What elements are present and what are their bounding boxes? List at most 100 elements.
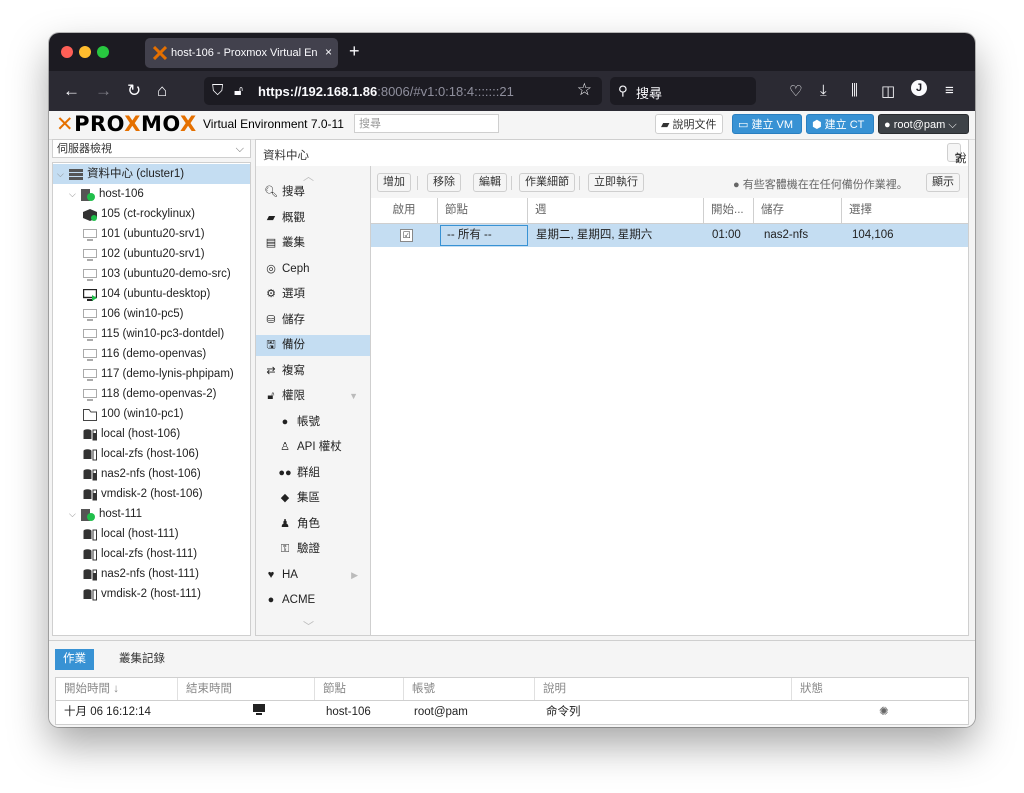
menu-item[interactable]: 🖫 備份 — [256, 335, 370, 356]
menu-item[interactable]: ⇄ 複寫 — [256, 361, 370, 382]
tree-item[interactable]: 106 (win10-pc5) — [53, 304, 250, 324]
home-icon[interactable]: ⌂ — [157, 81, 167, 101]
table-row[interactable]: 十月 06 16:12:14 host-106 root@pam 命令列 ✺ — [55, 701, 969, 725]
bookmark-star-icon[interactable]: ☆ — [577, 80, 592, 100]
column-header-enabled[interactable]: 啟用 — [371, 198, 438, 223]
tree-item[interactable]: vmdisk-2 (host-111) — [53, 584, 250, 604]
menu-item[interactable]: ⛁ 儲存 — [256, 310, 370, 331]
expand-toggle-icon[interactable]: ⌵ — [69, 504, 79, 524]
sidebar-icon[interactable]: ◫ — [881, 82, 895, 100]
column-header-description[interactable]: 說明 — [535, 678, 792, 700]
column-header-node[interactable]: 節點 — [315, 678, 404, 700]
tree-item[interactable]: 100 (win10-pc1) — [53, 404, 250, 424]
tree-item[interactable]: nas2-nfs (host-111) — [53, 564, 250, 584]
library-icon[interactable]: ⫼ — [851, 82, 858, 99]
reload-icon[interactable]: ↻ — [127, 81, 141, 101]
forward-icon[interactable]: → — [95, 81, 112, 101]
tree-item[interactable]: 116 (demo-openvas) — [53, 344, 250, 364]
tree-item[interactable]: vmdisk-2 (host-106) — [53, 484, 250, 504]
tree-item[interactable]: local (host-106) — [53, 424, 250, 444]
tree-item[interactable]: local (host-111) — [53, 524, 250, 544]
column-header-end-time[interactable]: 結束時間 — [178, 678, 315, 700]
menu-item[interactable]: ♙ API 權杖 — [256, 437, 370, 458]
tree-item[interactable]: ⌵ 資料中心 (cluster1) — [53, 164, 250, 184]
column-header-storage[interactable]: 儲存 — [754, 198, 842, 223]
create-vm-button[interactable]: ▭ 建立 VM — [732, 114, 802, 134]
pocket-icon[interactable]: ♡ — [789, 82, 802, 100]
ceph-icon: ◎ — [266, 262, 276, 275]
backup-table-header: 啟用 節點 週 開始... 儲存 選擇 — [371, 198, 968, 224]
node-cell[interactable]: -- 所有 -- — [440, 225, 528, 246]
tree-item[interactable]: 118 (demo-openvas-2) — [53, 384, 250, 404]
menu-item[interactable]: ● ACME — [256, 590, 370, 611]
edit-button[interactable]: 編輯 — [473, 173, 507, 192]
menu-icon[interactable]: ≡ — [945, 82, 954, 99]
tree-item[interactable]: 117 (demo-lynis-phpipam) — [53, 364, 250, 384]
menu-item[interactable]: ▰ 概觀 — [256, 208, 370, 229]
tree-item[interactable]: ⌵ host-111 — [53, 504, 250, 524]
column-header-days[interactable]: 週 — [528, 198, 704, 223]
column-header-start-time[interactable]: 開始時間 ↓ — [56, 678, 178, 700]
menu-item[interactable]: ⚙ 選項 — [256, 284, 370, 305]
download-icon[interactable]: ⤓ — [820, 82, 827, 99]
menu-item[interactable]: ♟ 角色 — [256, 514, 370, 535]
tree-item[interactable]: local-zfs (host-111) — [53, 544, 250, 564]
help-button[interactable]: ❓︎ 說明 — [947, 143, 967, 182]
column-header-node[interactable]: 節點 — [438, 198, 528, 223]
browser-tab-active[interactable]: host-106 - Proxmox Virtual Envi × — [145, 38, 338, 68]
tab-tasks[interactable]: 作業 — [55, 649, 94, 670]
menu-item[interactable]: 🔍︎ 搜尋 — [256, 182, 370, 203]
caret-icon[interactable]: ▼ — [349, 386, 358, 407]
table-row[interactable]: ☑ -- 所有 -- 星期二, 星期四, 星期六 01:00 nas2-nfs … — [371, 224, 968, 247]
minimize-window-button[interactable] — [79, 46, 91, 58]
back-icon[interactable]: ← — [63, 81, 80, 101]
address-bar[interactable]: ⛉ 🔓︎ https://192.168.1.86:8006/#v1:0:18:… — [204, 77, 602, 105]
create-ct-button[interactable]: ⬢ 建立 CT — [806, 114, 874, 134]
column-header-user[interactable]: 帳號 — [404, 678, 535, 700]
tree-item[interactable]: ⌵ host-106 — [53, 184, 250, 204]
column-header-start[interactable]: 開始... — [704, 198, 754, 223]
menu-item[interactable]: ●● 群組 — [256, 463, 370, 484]
caret-icon[interactable]: ▶ — [351, 565, 358, 586]
shield-icon[interactable]: ⛉ — [212, 82, 223, 99]
job-detail-button[interactable]: 作業細節 — [519, 173, 575, 192]
menu-item[interactable]: ◆ 集區 — [256, 488, 370, 509]
lock-icon[interactable]: 🔓︎ — [234, 82, 243, 99]
add-button[interactable]: 增加 — [377, 173, 411, 192]
tree-item[interactable]: 103 (ubuntu20-demo-src) — [53, 264, 250, 284]
tree-item[interactable]: 101 (ubuntu20-srv1) — [53, 224, 250, 244]
user-menu-button[interactable]: ● root@pam ⌵ — [878, 114, 969, 134]
account-icon[interactable]: J — [911, 80, 927, 96]
menu-item[interactable]: ♥ HA ▶ — [256, 565, 370, 586]
tree-item[interactable]: 102 (ubuntu20-srv1) — [53, 244, 250, 264]
enabled-checkbox[interactable]: ☑ — [400, 229, 413, 242]
expand-toggle-icon[interactable]: ⌵ — [69, 184, 79, 204]
url-text[interactable]: https://192.168.1.86:8006/#v1:0:18:4::::… — [258, 84, 514, 99]
menu-item[interactable]: ◎ Ceph — [256, 259, 370, 280]
tree-item[interactable]: 104 (ubuntu-desktop) — [53, 284, 250, 304]
tab-cluster-log[interactable]: 叢集記錄 — [111, 649, 173, 670]
new-tab-button[interactable]: + — [349, 41, 360, 62]
close-window-button[interactable] — [61, 46, 73, 58]
view-selector[interactable]: 伺服器檢視 ⌵ — [52, 139, 251, 158]
expand-toggle-icon[interactable]: ⌵ — [57, 164, 67, 184]
menu-item[interactable]: 🔓︎ 權限 ▼ — [256, 386, 370, 407]
menu-item[interactable]: ⚿ 驗證 — [256, 539, 370, 560]
column-header-selection[interactable]: 選擇 — [842, 198, 968, 223]
run-now-button[interactable]: 立即執行 — [588, 173, 644, 192]
browser-search-box[interactable]: ⚲ 搜尋 — [610, 77, 756, 105]
documentation-button[interactable]: ▰ 說明文件 — [655, 114, 723, 134]
remove-button[interactable]: 移除 — [427, 173, 461, 192]
scroll-down-icon[interactable]: ﹀ — [303, 618, 314, 634]
global-search-input[interactable]: 搜尋 — [354, 114, 499, 133]
show-button[interactable]: 顯示 — [926, 173, 960, 192]
menu-item[interactable]: ● 帳號 — [256, 412, 370, 433]
tree-item[interactable]: local-zfs (host-106) — [53, 444, 250, 464]
menu-item[interactable]: ▤ 叢集 — [256, 233, 370, 254]
zoom-window-button[interactable] — [97, 46, 109, 58]
tree-item[interactable]: nas2-nfs (host-106) — [53, 464, 250, 484]
tab-close-icon[interactable]: × — [325, 45, 332, 59]
tree-item[interactable]: 115 (win10-pc3-dontdel) — [53, 324, 250, 344]
tree-item[interactable]: 105 (ct-rockylinux) — [53, 204, 250, 224]
column-header-status[interactable]: 狀態 — [792, 678, 968, 700]
